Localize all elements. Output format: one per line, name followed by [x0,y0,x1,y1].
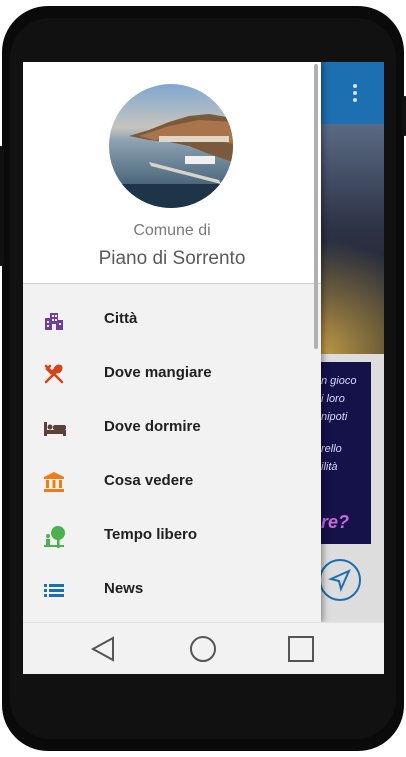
home-icon[interactable] [189,635,217,663]
menu-item-tempo-libero[interactable]: Tempo libero [23,510,321,564]
menu-item-citta[interactable]: Città [23,294,321,348]
side-button [402,96,406,136]
menu-item-news[interactable]: News [23,564,321,618]
recents-icon[interactable] [287,635,315,663]
drawer-menu: Città Dove mangiare Dove dormire Cosa ve… [23,294,321,618]
museum-icon [43,471,65,493]
compass-icon[interactable] [319,559,361,601]
menu-item-label: Tempo libero [104,526,198,543]
promo-card-headline: re? [321,512,350,532]
navigation-drawer: Comune di Piano di Sorrento Città Dove m… [23,62,321,622]
fork-spoon-icon [43,363,65,385]
menu-item-label: Dove mangiare [104,364,212,381]
menu-item-label: News [104,580,144,597]
side-button [0,146,4,266]
list-icon [43,579,65,601]
more-icon[interactable] [353,84,359,106]
menu-item-dove-mangiare[interactable]: Dove mangiare [23,348,321,402]
header-subtitle: Comune di [133,222,211,239]
promo-card-text: n gioco i loro nipoti rello ilità [321,375,357,473]
header-title: Piano di Sorrento [98,248,246,269]
menu-item-label: Città [104,310,138,327]
town-photo [109,84,233,208]
buildings-icon [43,309,65,331]
drawer-header: Comune di Piano di Sorrento [23,62,321,284]
menu-item-label: Dove dormire [104,418,201,435]
park-icon [43,525,65,548]
system-navigation-bar [23,622,384,674]
screen: n gioco i loro nipoti rello ilità re? Co… [23,62,384,674]
menu-item-label: Cosa vedere [104,472,194,489]
back-icon[interactable] [89,635,117,663]
menu-item-cosa-vedere[interactable]: Cosa vedere [23,456,321,510]
menu-item-dove-dormire[interactable]: Dove dormire [23,402,321,456]
bed-icon [43,417,66,439]
drawer-scrollbar[interactable] [314,64,318,349]
